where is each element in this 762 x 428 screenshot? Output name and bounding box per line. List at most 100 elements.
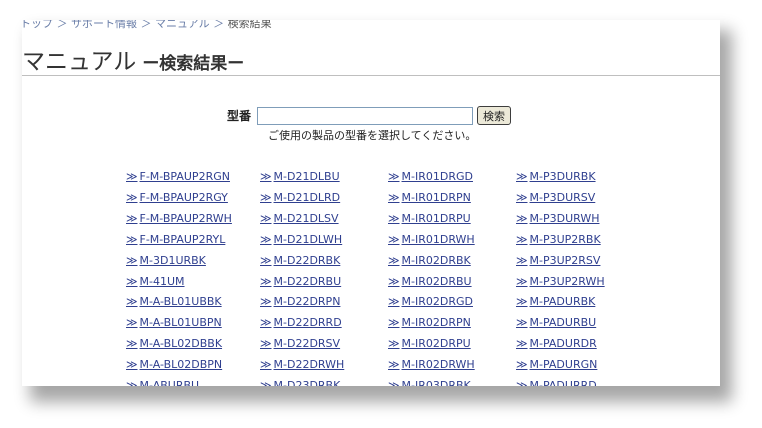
search-form: 型番 検索 bbox=[227, 106, 512, 125]
double-chevron-right-icon: ≫ bbox=[516, 190, 528, 204]
model-link[interactable]: ≫ M-IR01DRWH bbox=[388, 230, 516, 251]
model-link[interactable]: ≫ M-A-BL01UBBK bbox=[126, 292, 260, 313]
model-link[interactable]: ≫ M-D22DRBK bbox=[260, 251, 388, 272]
model-link[interactable]: ≫ M-IR02DRPU bbox=[388, 334, 516, 355]
model-link[interactable]: ≫ M-PADURGN bbox=[516, 355, 644, 376]
double-chevron-right-icon: ≫ bbox=[260, 274, 272, 288]
model-link[interactable]: ≫ M-IR03DRBK bbox=[388, 376, 516, 386]
model-link[interactable]: ≫ M-D21DLWH bbox=[260, 230, 388, 251]
search-button[interactable]: 検索 bbox=[477, 106, 512, 125]
double-chevron-right-icon: ≫ bbox=[126, 190, 138, 204]
double-chevron-right-icon: ≫ bbox=[260, 211, 272, 225]
double-chevron-right-icon: ≫ bbox=[126, 379, 138, 386]
model-link[interactable]: ≫ M-A-BL02DBPN bbox=[126, 355, 260, 376]
model-link-label: F-M-BPAUP2RYL bbox=[139, 232, 226, 246]
model-link-label: M-IR01DRWH bbox=[401, 232, 475, 246]
breadcrumb-link-manual[interactable]: マニュアル bbox=[155, 20, 210, 30]
model-link-label: M-ABURBU bbox=[139, 379, 200, 386]
double-chevron-right-icon: ≫ bbox=[260, 316, 272, 330]
model-link[interactable]: ≫ M-D21DLRD bbox=[260, 188, 388, 209]
model-link[interactable]: ≫ F-M-BPAUP2RGY bbox=[126, 188, 260, 209]
breadcrumb-link-top[interactable]: トップ bbox=[22, 20, 53, 30]
double-chevron-right-icon: ≫ bbox=[516, 211, 528, 225]
model-link[interactable]: ≫ F-M-BPAUP2RYL bbox=[126, 230, 260, 251]
model-link[interactable]: ≫ M-A-BL02DBBK bbox=[126, 334, 260, 355]
model-link[interactable]: ≫ M-P3DURSV bbox=[516, 188, 644, 209]
model-link[interactable]: ≫ M-D22DRPN bbox=[260, 292, 388, 313]
model-link[interactable]: ≫ M-P3UP2RWH bbox=[516, 272, 644, 293]
model-link[interactable]: ≫ M-P3UP2RBK bbox=[516, 230, 644, 251]
model-link-label: M-D22DRWH bbox=[273, 358, 345, 372]
model-link[interactable]: ≫ M-IR01DRGD bbox=[388, 167, 516, 188]
model-search-input[interactable] bbox=[257, 106, 474, 125]
model-link[interactable]: ≫ M-D22DRBU bbox=[260, 272, 388, 293]
double-chevron-right-icon: ≫ bbox=[388, 253, 400, 267]
double-chevron-right-icon: ≫ bbox=[126, 358, 138, 372]
model-link-label: M-P3DURBK bbox=[529, 170, 596, 183]
model-link-label: F-M-BPAUP2RWH bbox=[139, 211, 232, 225]
double-chevron-right-icon: ≫ bbox=[388, 358, 400, 372]
model-link[interactable]: ≫ M-PADURRD bbox=[516, 376, 644, 386]
double-chevron-right-icon: ≫ bbox=[516, 274, 528, 288]
model-link[interactable]: ≫ M-ABURBU bbox=[126, 376, 260, 386]
page-title-main: マニュアル bbox=[22, 49, 137, 75]
model-link[interactable]: ≫ M-IR02DRPN bbox=[388, 313, 516, 334]
model-link-label: M-D21DLBU bbox=[273, 170, 340, 183]
double-chevron-right-icon: ≫ bbox=[126, 337, 138, 351]
model-link[interactable]: ≫ M-D22DRSV bbox=[260, 334, 388, 355]
model-link-label: M-D21DLWH bbox=[273, 232, 343, 246]
model-link[interactable]: ≫ M-IR01DRPN bbox=[388, 188, 516, 209]
model-link[interactable]: ≫ M-IR02DRBU bbox=[388, 272, 516, 293]
model-link[interactable]: ≫ M-A-BL01UBPN bbox=[126, 313, 260, 334]
double-chevron-right-icon: ≫ bbox=[260, 337, 272, 351]
double-chevron-right-icon: ≫ bbox=[388, 337, 400, 351]
model-link[interactable]: ≫ M-3D1URBK bbox=[126, 251, 260, 272]
double-chevron-right-icon: ≫ bbox=[516, 295, 528, 309]
breadcrumb-separator: ＞ bbox=[56, 20, 68, 30]
model-link-label: M-D21DLSV bbox=[273, 211, 339, 225]
model-link[interactable]: ≫ M-P3UP2RSV bbox=[516, 251, 644, 272]
model-link-label: M-41UM bbox=[139, 274, 185, 288]
model-link[interactable]: ≫ M-D21DLBU bbox=[260, 167, 388, 188]
model-link[interactable]: ≫ M-D23DRBK bbox=[260, 376, 388, 386]
double-chevron-right-icon: ≫ bbox=[260, 379, 272, 386]
model-link-label: M-P3DURSV bbox=[529, 190, 596, 204]
model-link-label: M-A-BL02DBBK bbox=[139, 337, 223, 351]
model-link[interactable]: ≫ M-IR02DRGD bbox=[388, 292, 516, 313]
model-link[interactable]: ≫ M-P3DURBK bbox=[516, 167, 644, 188]
model-link-label: M-PADURBK bbox=[529, 295, 596, 309]
model-link[interactable]: ≫ M-D21DLSV bbox=[260, 209, 388, 230]
model-link-label: M-D22DRBK bbox=[273, 253, 341, 267]
double-chevron-right-icon: ≫ bbox=[126, 170, 138, 183]
double-chevron-right-icon: ≫ bbox=[388, 274, 400, 288]
double-chevron-right-icon: ≫ bbox=[516, 316, 528, 330]
model-link-label: M-IR01DRPU bbox=[401, 211, 471, 225]
model-link-label: M-IR02DRWH bbox=[401, 358, 475, 372]
model-link-label: M-PADURBU bbox=[529, 316, 597, 330]
model-link[interactable]: ≫ F-M-BPAUP2RGN bbox=[126, 167, 260, 188]
model-link[interactable]: ≫ M-PADURBK bbox=[516, 292, 644, 313]
model-link-label: F-M-BPAUP2RGN bbox=[139, 170, 230, 183]
breadcrumb: トップ ＞ サポート情報 ＞ マニュアル ＞ 検索結果 bbox=[22, 20, 272, 31]
model-link[interactable]: ≫ M-D22DRWH bbox=[260, 355, 388, 376]
model-link[interactable]: ≫ M-PADURDR bbox=[516, 334, 644, 355]
model-link[interactable]: ≫ F-M-BPAUP2RWH bbox=[126, 209, 260, 230]
model-link[interactable]: ≫ M-P3DURWH bbox=[516, 209, 644, 230]
breadcrumb-link-support[interactable]: サポート情報 bbox=[71, 20, 137, 30]
model-link[interactable]: ≫ M-IR01DRPU bbox=[388, 209, 516, 230]
breadcrumb-separator: ＞ bbox=[140, 20, 152, 30]
model-link[interactable]: ≫ M-41UM bbox=[126, 272, 260, 293]
double-chevron-right-icon: ≫ bbox=[260, 295, 272, 309]
model-link[interactable]: ≫ M-IR02DRBK bbox=[388, 251, 516, 272]
model-link[interactable]: ≫ M-IR02DRWH bbox=[388, 355, 516, 376]
model-link-label: M-D22DRRD bbox=[273, 316, 342, 330]
page: トップ ＞ サポート情報 ＞ マニュアル ＞ 検索結果 マニュアル ー検索結果ー … bbox=[22, 20, 720, 386]
page-title: マニュアル ー検索結果ー bbox=[22, 42, 244, 76]
model-link[interactable]: ≫ M-PADURBU bbox=[516, 313, 644, 334]
double-chevron-right-icon: ≫ bbox=[260, 232, 272, 246]
double-chevron-right-icon: ≫ bbox=[516, 232, 528, 246]
model-link-label: M-3D1URBK bbox=[139, 253, 206, 267]
model-link[interactable]: ≫ M-D22DRRD bbox=[260, 313, 388, 334]
model-label: 型番 bbox=[227, 109, 252, 123]
model-link-label: M-P3DURWH bbox=[529, 211, 600, 225]
